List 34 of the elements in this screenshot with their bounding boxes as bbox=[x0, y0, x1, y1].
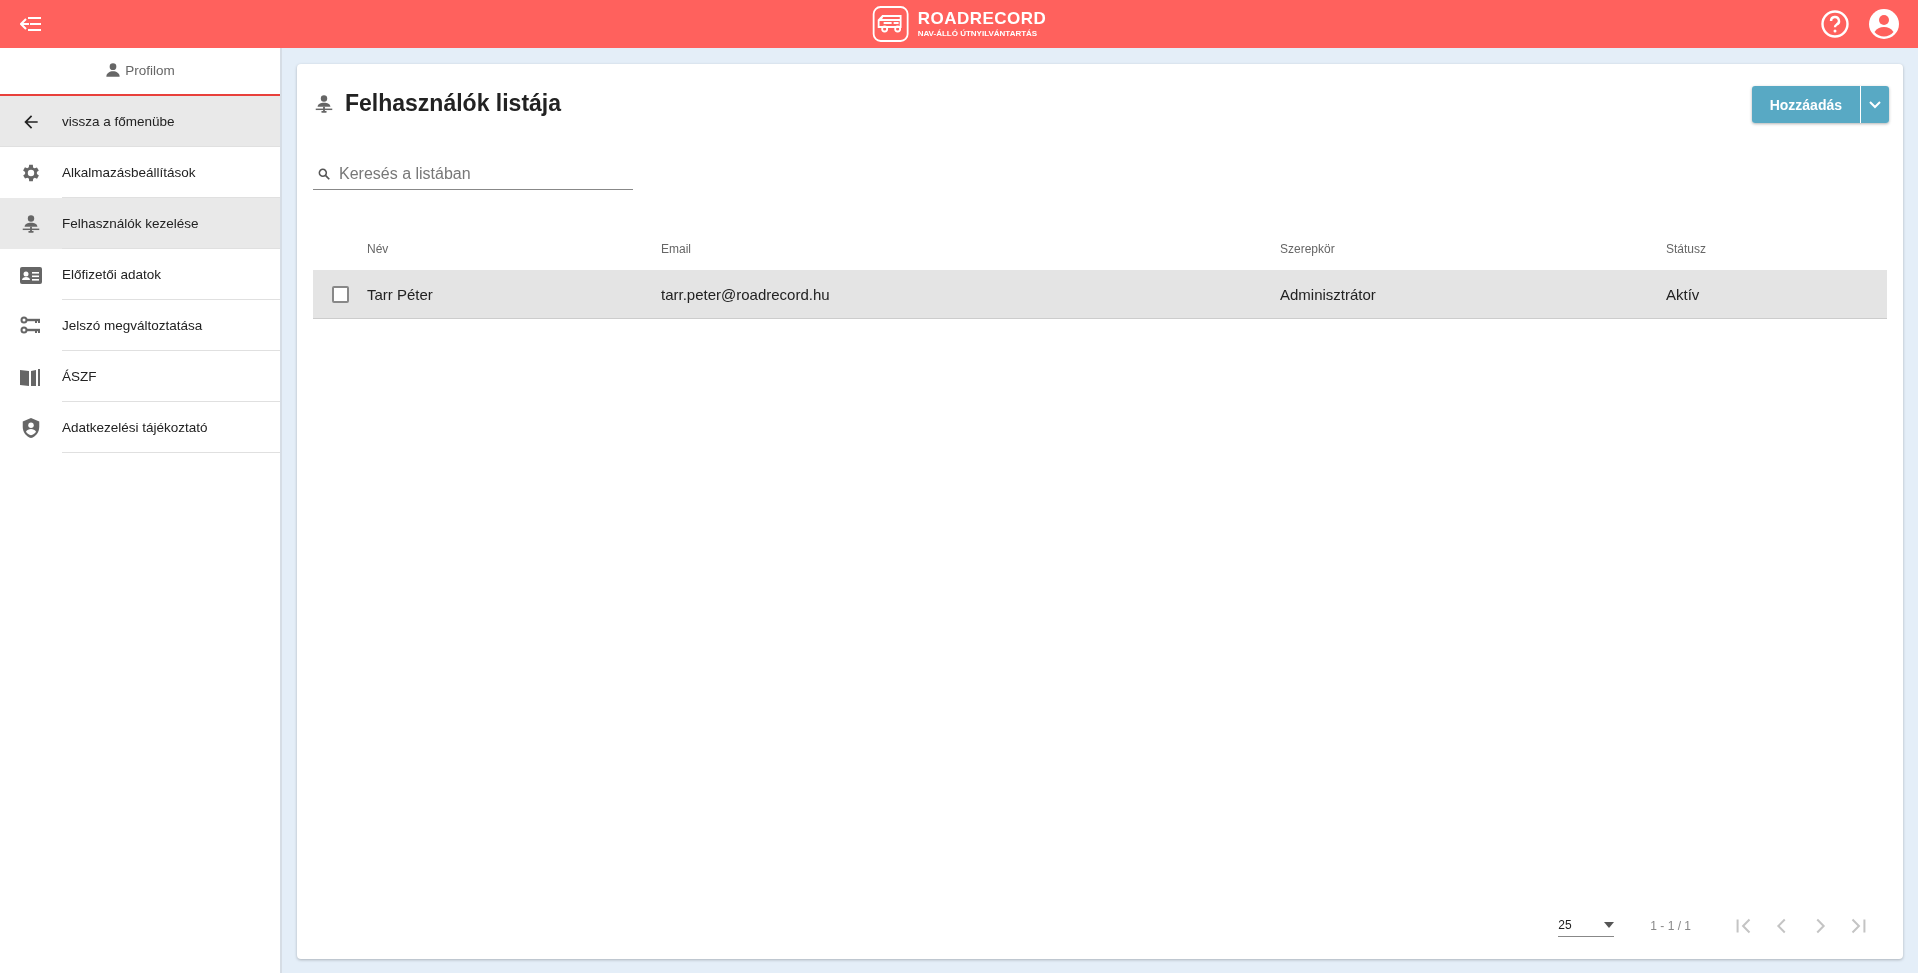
van-logo-icon bbox=[871, 5, 910, 43]
brand-name: ROADRECORD bbox=[917, 10, 1047, 27]
sidebar-item[interactable]: Adatkezelési tájékoztató bbox=[0, 402, 280, 453]
sidebar-item[interactable]: Felhasználók kezelése bbox=[0, 198, 280, 249]
table-cell-text: Tarr Péter bbox=[367, 285, 434, 303]
table-cell-text: tarr.peter@roadrecord.hu bbox=[661, 285, 831, 303]
add-dropdown-button[interactable] bbox=[1860, 86, 1889, 123]
column-header[interactable]: Név bbox=[367, 242, 661, 256]
table-cell-text: Aktív bbox=[1666, 285, 1701, 303]
sidebar-item[interactable]: Előfizetői adatok bbox=[0, 249, 280, 300]
row-checkbox[interactable] bbox=[331, 285, 349, 303]
table-cell-text: Adminisztrátor bbox=[1280, 285, 1377, 303]
search-icon bbox=[317, 166, 331, 181]
page-range: 1 - 1 / 1 bbox=[1650, 918, 1691, 933]
account-icon[interactable] bbox=[1868, 8, 1900, 40]
person-icon bbox=[105, 62, 122, 78]
title-user-icon bbox=[313, 92, 335, 115]
brand-tagline: NAV-ÁLLÓ ÚTNYILVÁNTARTÁS bbox=[917, 30, 1039, 38]
page-title: Felhasználók listája bbox=[345, 90, 562, 117]
column-header[interactable]: Szerepkör bbox=[1280, 242, 1666, 256]
sidebar-item[interactable]: Alkalmazásbeállítások bbox=[0, 147, 280, 198]
table-row[interactable]: Tarr Péter tarr.peter@roadrecord.hu Adminisztrátor Aktív bbox=[313, 270, 1887, 319]
sidebar-item[interactable]: Jelszó megváltoztatása bbox=[0, 300, 280, 351]
help-icon[interactable] bbox=[1820, 9, 1850, 39]
chevron-down-icon bbox=[1868, 99, 1882, 110]
dropdown-caret-icon bbox=[1604, 922, 1615, 928]
column-header[interactable]: Email bbox=[661, 242, 1280, 256]
column-header[interactable]: Státusz bbox=[1666, 242, 1887, 256]
shield-user-icon bbox=[20, 416, 42, 439]
user-network-icon bbox=[20, 212, 42, 235]
page-size-select[interactable]: 25 bbox=[1558, 914, 1615, 937]
sidebar-item[interactable]: ÁSZF bbox=[0, 351, 280, 402]
menu-collapse-icon[interactable] bbox=[20, 16, 42, 32]
back-menu-item[interactable]: vissza a főmenübe bbox=[0, 96, 280, 147]
